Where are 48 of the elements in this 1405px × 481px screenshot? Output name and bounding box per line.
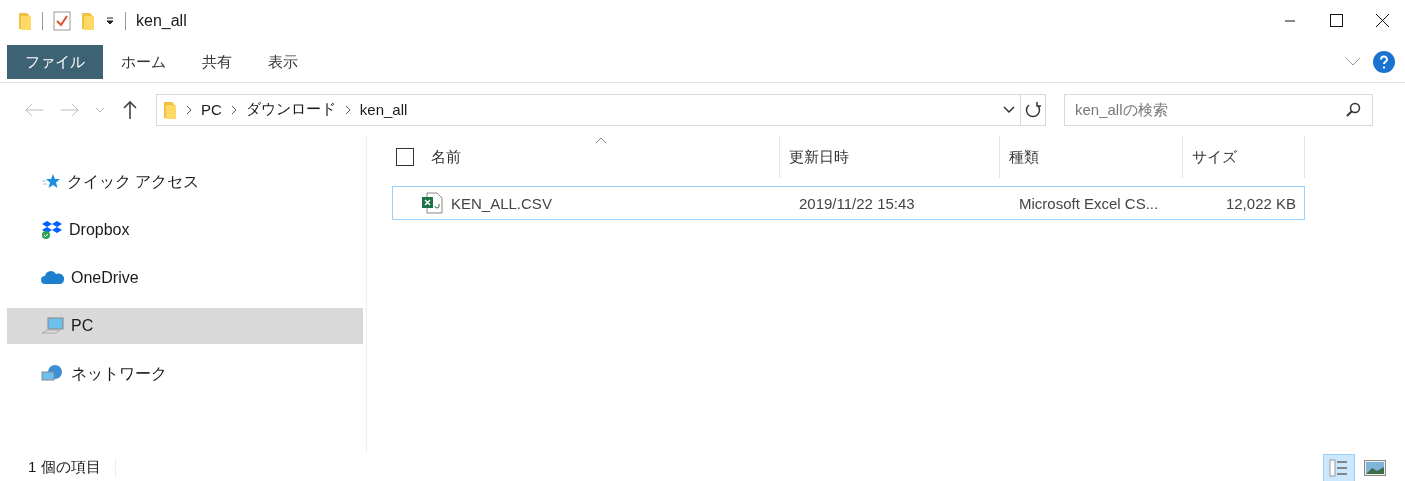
search-field[interactable]: ken_allの検索	[1064, 93, 1373, 126]
item-count: 1 個の項目	[28, 458, 101, 477]
network-icon	[41, 364, 65, 384]
properties-icon[interactable]	[53, 11, 71, 31]
file-size: 12,022 KB	[1224, 194, 1297, 212]
ribbon-tab[interactable]: 共有	[184, 45, 250, 79]
expand-ribbon-icon[interactable]	[1345, 57, 1361, 67]
details-view-button[interactable]	[1323, 453, 1355, 481]
refresh-icon[interactable]	[1025, 100, 1041, 119]
address-bar[interactable]: PC ダウンロード ken_all	[156, 93, 1046, 126]
chevron-icon	[185, 104, 193, 115]
select-all-checkbox[interactable]	[396, 148, 414, 166]
sort-caret-icon	[594, 136, 607, 144]
new-folder-icon	[81, 12, 95, 30]
cloud-icon	[41, 269, 65, 287]
sidebar-item[interactable]: ネットワーク	[7, 356, 363, 392]
breadcrumb[interactable]: PC	[201, 101, 222, 118]
sidebar-item[interactable]: OneDrive	[7, 260, 363, 296]
chevron-icon	[343, 104, 352, 115]
breadcrumb[interactable]: ダウンロード	[245, 100, 336, 119]
sidebar-item[interactable]: Dropbox	[7, 212, 363, 248]
modified-date: 2019/11/22 15:43	[798, 194, 916, 212]
breadcrumb[interactable]: ken_all	[359, 101, 408, 118]
dropdown-icon[interactable]	[105, 16, 115, 26]
file-type: Microsoft Excel CS...	[1018, 194, 1160, 212]
ribbon-tab[interactable]: ホーム	[103, 45, 184, 79]
landscape-icon	[1364, 459, 1386, 476]
details-list-icon	[1329, 458, 1349, 477]
ribbon-tab[interactable]: 表示	[250, 45, 316, 79]
computer-icon	[41, 317, 65, 335]
help-icon[interactable]	[1373, 51, 1395, 73]
excel-csv-icon	[421, 192, 443, 214]
column-header[interactable]: 名前	[422, 136, 780, 178]
column-header[interactable]: 種類	[1000, 136, 1183, 178]
column-header[interactable]: 更新日時	[780, 136, 1000, 178]
folder-icon	[163, 100, 177, 119]
window-title: ken_all	[136, 12, 187, 30]
dropbox-icon	[41, 220, 63, 240]
sidebar-item[interactable]: クイック アクセス	[7, 164, 363, 200]
up-arrow-icon[interactable]	[123, 99, 137, 120]
column-header[interactable]: サイズ	[1183, 136, 1305, 178]
file-row[interactable]: KEN_ALL.CSV 2019/11/22 15:43 Microsoft Excel CS... 12,022 KB	[392, 186, 1305, 220]
file-name: KEN_ALL.CSV	[451, 194, 552, 212]
search-icon[interactable]	[1345, 101, 1361, 118]
folder-icon	[18, 12, 32, 30]
chevron-icon	[229, 104, 238, 115]
sidebar-item[interactable]: PC	[7, 308, 363, 344]
ribbon-tab[interactable]: ファイル	[7, 45, 103, 79]
